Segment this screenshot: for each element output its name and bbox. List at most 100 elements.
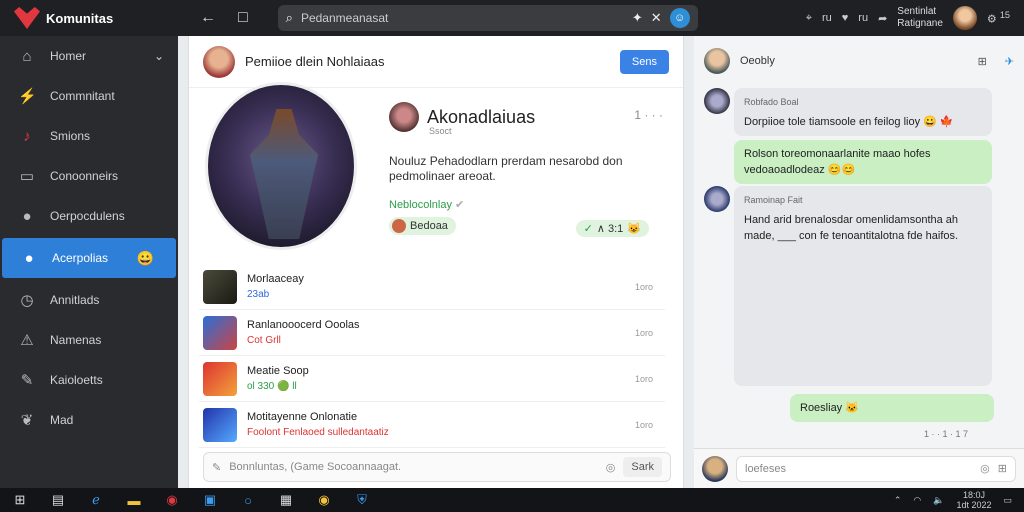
tag-avatar [392, 219, 406, 233]
network-icon[interactable]: ⌃ [894, 495, 902, 506]
system-tray: ⌃ ◠ 🔈 18:0J 1dt 2022 ▭ [894, 490, 1024, 510]
sidebar-item-active[interactable]: ● Acerpolias 😀 [2, 238, 176, 278]
sidebar-item-connections[interactable]: ▭ Conoonneirs [0, 156, 178, 196]
heart-icon[interactable]: ♥ [842, 12, 849, 24]
profile-sub: Ssoct [429, 126, 452, 136]
clock[interactable]: 18:0J 1dt 2022 [956, 490, 991, 510]
list-item[interactable]: Morlaaceay 23ab 1oro [199, 264, 665, 310]
chat-footer: loefeses ◎ ⊞ [694, 448, 1024, 488]
grid-icon[interactable]: ⊞ [978, 55, 987, 68]
warning-icon: ⚠ [20, 332, 34, 349]
profile-description: Nouluz Pehadodlarn prerdam nesarobd don … [389, 154, 623, 183]
lightning-icon: ⚡ [18, 88, 37, 105]
taskbar: ⊞ ▤ ℯ ▬ ◉ ▣ ○ ▦ ◉ ⛨ ⌃ ◠ 🔈 18:0J 1dt 2022… [0, 488, 1024, 512]
search-icon: ⌕ [285, 10, 293, 25]
main-header: Pemiioe dlein Nohlaiaas Sens [189, 36, 683, 88]
shield-icon[interactable]: ⛨ [352, 492, 372, 508]
back-icon[interactable]: ← [200, 9, 216, 27]
sidebar-item-discover[interactable]: ● Oerpocdulens [0, 196, 178, 236]
square-icon[interactable]: □ [238, 9, 248, 27]
chat-panel: Oeobly ⊞ ✈ Robfado Boal Dorpiioe tole tia… [694, 36, 1024, 488]
start-icon[interactable]: ⊞ [10, 492, 30, 508]
notification-center-icon[interactable]: ▭ [1003, 495, 1012, 506]
main-panel: Pemiioe dlein Nohlaiaas Sens Akonadlaiua… [188, 36, 684, 488]
topright-item1[interactable]: ru [822, 12, 832, 24]
notification-count: 15 [999, 10, 1010, 21]
profile-avatar[interactable] [389, 102, 419, 132]
sidebar-item-names[interactable]: ⚠ Namenas [0, 320, 178, 360]
read-marks: 1 · · 1 · 1 7 [924, 429, 969, 439]
list-thumb [203, 361, 237, 396]
chat-title: Oeobly [740, 55, 775, 67]
close-icon[interactable]: ✕ [651, 10, 662, 26]
app-icon[interactable]: ▦ [276, 492, 296, 508]
volume-icon[interactable]: 🔈 [933, 495, 944, 506]
notification-icon[interactable]: ⚙ 15 [987, 10, 1010, 26]
music-icon: ♪ [23, 127, 31, 145]
app-title: Komunitas [46, 10, 114, 26]
wifi-icon[interactable]: ◠ [913, 495, 921, 506]
folder-icon[interactable]: ▬ [124, 493, 144, 508]
location-icon[interactable]: ⌖ [806, 12, 812, 25]
share-icon[interactable]: ➦ [878, 12, 887, 25]
top-bar: Komunitas ← □ ⌕ Pedanmeanasat ✦ ✕ ☺ ⌖ ru… [0, 0, 1024, 36]
app-brand[interactable]: Komunitas [0, 7, 178, 29]
game-list: Morlaaceay 23ab 1oro Ranlanooocerd Ooolas… [199, 264, 665, 448]
verified-icon: ✔ [455, 199, 465, 211]
emoji-icon[interactable]: ◎ [980, 462, 990, 475]
check-icon: ✓ [583, 223, 593, 235]
profile-card: Akonadlaiuas Ssoct 1 · · · Nouluz Pehado… [389, 102, 673, 236]
sidebar-item-community[interactable]: ⚡ Commnitant [0, 76, 178, 116]
sidebar-item-activity[interactable]: ◷ Annitlads [0, 280, 178, 320]
assistant-icon[interactable]: ☺ [669, 8, 690, 28]
list-item[interactable]: Motitayenne Onlonatie Foolont Fenlaoed su… [199, 402, 665, 448]
profile-tag-left[interactable]: Bedoaa [389, 217, 456, 235]
more-icon[interactable]: 1 · · · [634, 108, 663, 122]
attach-icon[interactable]: ⊞ [998, 462, 1007, 475]
sidebar-item-sessions[interactable]: ♪ Smions [0, 116, 178, 156]
composer-send-button[interactable]: Sark [623, 457, 662, 477]
chat-message: Robfado Boal Dorpiioe tole tiamsoole en … [704, 88, 992, 136]
message-avatar[interactable] [704, 88, 730, 114]
profile-tag-right[interactable]: ✓ ∧ 3:1 😺 [575, 220, 649, 237]
edge-icon[interactable]: ℯ [86, 492, 106, 508]
sidebar-item-home[interactable]: ⌂ Homer ⌄ [0, 36, 178, 76]
sidebar-item-mad[interactable]: ❦ Mad [0, 400, 178, 440]
list-thumb [203, 407, 237, 442]
window-icon: ▭ [19, 168, 35, 185]
composer-input[interactable]: Bonnluntas, (Game Socoannaagat. [229, 461, 598, 473]
hero-image [205, 82, 357, 250]
emoji-badge: 😀 [136, 249, 154, 266]
topright-item2[interactable]: ru [858, 12, 868, 24]
character-figure [249, 109, 319, 239]
leaf-icon: ❦ [20, 412, 34, 429]
chevron-down-icon[interactable]: ⌄ [154, 49, 164, 63]
post-composer[interactable]: ✎ Bonnluntas, (Game Socoannaagat. ◎ Sark [203, 452, 671, 482]
home-icon: ⌂ [22, 47, 32, 65]
list-thumb [203, 269, 237, 304]
user-name[interactable]: Sentinlat Ratignane [897, 6, 943, 30]
sidebar-item-collections[interactable]: ✎ Kaioloetts [0, 360, 178, 400]
list-item[interactable]: Ranlanooocerd Ooolas Cot Grll 1oro [199, 310, 665, 356]
chat-avatar[interactable] [704, 48, 730, 74]
avatar-icon: ● [22, 207, 32, 225]
pin-icon[interactable]: ✦ [632, 10, 643, 26]
search-input[interactable]: Pedanmeanasat [301, 11, 624, 25]
bird-icon[interactable]: ✈ [1005, 55, 1014, 68]
list-item[interactable]: Meatie Soop ol 330 🟢 ll 1oro [199, 356, 665, 402]
clock-icon: ◷ [20, 292, 34, 309]
chrome-icon[interactable]: ◉ [314, 492, 334, 508]
user-avatar[interactable] [952, 6, 977, 30]
task-view-icon[interactable]: ▤ [48, 492, 68, 508]
message-avatar[interactable] [704, 186, 730, 212]
chat-message: Rolson toreomonaarlanite maao hofes vedo… [734, 140, 992, 184]
chat-input[interactable]: loefeses ◎ ⊞ [736, 455, 1016, 482]
emoji-icon[interactable]: ◎ [606, 461, 616, 474]
header-avatar[interactable] [203, 45, 235, 78]
search-bar[interactable]: ⌕ Pedanmeanasat ✦ ✕ ☺ [277, 5, 698, 31]
cortana-icon[interactable]: ○ [238, 493, 258, 508]
self-avatar[interactable] [702, 455, 728, 482]
browser-icon[interactable]: ◉ [162, 492, 182, 508]
send-button[interactable]: Sens [619, 49, 669, 74]
store-icon[interactable]: ▣ [200, 492, 220, 508]
